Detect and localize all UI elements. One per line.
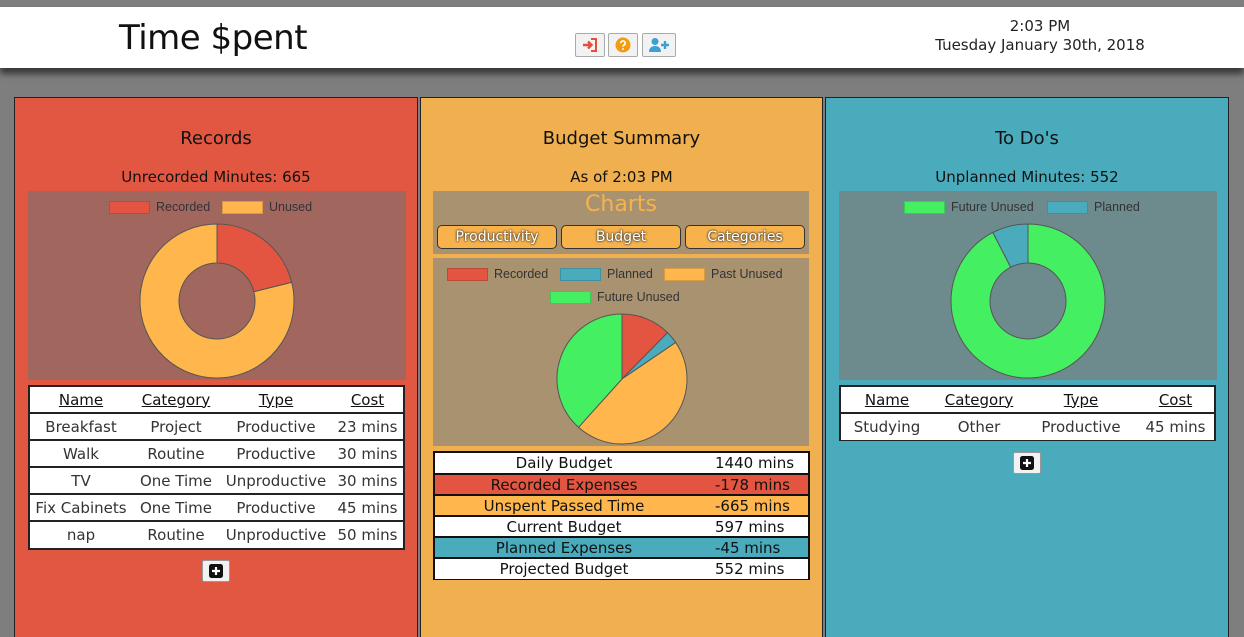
summary-value: 597 mins (693, 515, 808, 537)
table-cell: Studying (841, 412, 933, 440)
summary-label: Planned Expenses (435, 536, 693, 558)
tab-budget[interactable]: Budget (561, 225, 681, 249)
summary-label: Recorded Expenses (435, 473, 693, 495)
add-todo-button[interactable] (1013, 452, 1041, 474)
table-cell: Unproductive (220, 520, 332, 548)
current-time: 2:03 PM (1009, 17, 1071, 35)
records-table: Name Category Type Cost Breakfast Project Pro… (28, 385, 405, 550)
table-cell: 50 mins (332, 520, 403, 548)
table-row[interactable]: Breakfast Project Productive 23 mins (30, 412, 403, 440)
app-header: Time $pent 2:03 PM Tuesday January 30th,… (0, 7, 1244, 68)
current-date: Tuesday January 30th, 2018 (935, 36, 1145, 54)
todos-donut (950, 223, 1106, 379)
column-header-cost[interactable]: Cost (1137, 387, 1214, 413)
todos-table: Name Category Type Cost Studying Other Produc… (839, 385, 1216, 441)
records-chart: Recorded Unused (28, 191, 406, 380)
todos-title: To Do's (995, 128, 1059, 149)
table-row[interactable]: TV One Time Unproductive 30 mins (30, 466, 403, 494)
column-header-category[interactable]: Category (132, 387, 220, 413)
table-cell: Productive (220, 493, 332, 521)
summary-value: -178 mins (693, 473, 808, 495)
summary-label: Current Budget (435, 515, 693, 537)
unrecorded-minutes: Unrecorded Minutes: 665 (121, 168, 311, 186)
column-header-cost[interactable]: Cost (332, 387, 403, 413)
table-row[interactable]: Fix Cabinets One Time Productive 45 mins (30, 493, 403, 521)
table-row[interactable]: Studying Other Productive 45 mins (841, 412, 1214, 440)
table-cell: Unproductive (220, 466, 332, 494)
table-cell: 30 mins (332, 466, 403, 494)
table-cell: One Time (132, 466, 220, 494)
summary-row: Planned Expenses -45 mins (435, 536, 808, 558)
help-button[interactable] (608, 33, 638, 57)
unplanned-minutes: Unplanned Minutes: 552 (935, 168, 1119, 186)
add-record-button[interactable] (202, 560, 230, 582)
todos-panel: To Do's Unplanned Minutes: 552 Future Un… (825, 97, 1229, 637)
charts-heading: Charts (585, 192, 657, 217)
table-cell: Productive (1025, 412, 1137, 440)
summary-value: -45 mins (693, 536, 808, 558)
budget-panel: Budget Summary As of 2:03 PM Charts Prod… (420, 97, 823, 637)
summary-row: Unspent Passed Time -665 mins (435, 494, 808, 516)
sign-in-button[interactable] (575, 33, 605, 57)
table-cell: Fix Cabinets (30, 493, 132, 521)
column-header-type[interactable]: Type (220, 387, 332, 413)
tab-productivity[interactable]: Productivity (437, 225, 557, 249)
pie-slice-recorded[interactable] (216, 223, 293, 293)
app-title: Time $pent (119, 18, 308, 58)
sign-in-icon (583, 38, 597, 52)
table-cell: Walk (30, 439, 132, 467)
table-cell: One Time (132, 493, 220, 521)
summary-value: 552 mins (693, 557, 808, 579)
column-header-type[interactable]: Type (1025, 387, 1137, 413)
budget-as-of: As of 2:03 PM (570, 168, 673, 186)
table-cell: Productive (220, 412, 332, 440)
table-cell: nap (30, 520, 132, 548)
summary-label: Daily Budget (515, 454, 613, 472)
table-cell: Breakfast (30, 412, 132, 440)
column-header-name[interactable]: Name (841, 387, 933, 413)
records-donut (139, 223, 295, 379)
plus-square-icon (209, 564, 223, 578)
budget-chart: Recorded Planned Past Unused Future Unus… (433, 258, 809, 446)
tab-categories[interactable]: Categories (685, 225, 805, 249)
plus-square-icon (1020, 456, 1034, 470)
add-user-button[interactable] (642, 33, 676, 57)
table-cell: 45 mins (332, 493, 403, 521)
help-icon (615, 37, 631, 53)
summary-row: Recorded Expenses -178 mins (435, 473, 808, 495)
table-cell: Productive (220, 439, 332, 467)
table-cell: Other (933, 412, 1025, 440)
summary-label: Unspent Passed Time (435, 494, 693, 516)
table-row[interactable]: nap Routine Unproductive 50 mins (30, 520, 403, 548)
table-cell: 45 mins (1137, 412, 1214, 440)
budget-title: Budget Summary (542, 128, 701, 149)
column-header-category[interactable]: Category (933, 387, 1025, 413)
summary-value: 1440 mins (715, 454, 795, 472)
records-title: Records (180, 128, 252, 149)
table-cell: Routine (132, 439, 220, 467)
table-row[interactable]: Walk Routine Productive 30 mins (30, 439, 403, 467)
table-cell: TV (30, 466, 132, 494)
todos-chart: Future Unused Planned (839, 191, 1217, 380)
summary-row: Current Budget 597 mins (435, 515, 808, 537)
summary-row: Daily Budget 1440 mins (435, 453, 808, 474)
summary-value: -665 mins (693, 494, 808, 516)
table-cell: 30 mins (332, 439, 403, 467)
summary-label: Projected Budget (435, 557, 693, 579)
table-cell: Project (132, 412, 220, 440)
table-cell: Routine (132, 520, 220, 548)
add-user-icon (649, 38, 669, 52)
budget-pie (556, 313, 688, 445)
records-panel: Records Unrecorded Minutes: 665 Recorded… (14, 97, 418, 637)
table-cell: 23 mins (332, 412, 403, 440)
summary-row: Projected Budget 552 mins (435, 557, 808, 579)
column-header-name[interactable]: Name (30, 387, 132, 413)
budget-summary: Daily Budget 1440 mins Recorded Expenses -1… (433, 451, 810, 580)
